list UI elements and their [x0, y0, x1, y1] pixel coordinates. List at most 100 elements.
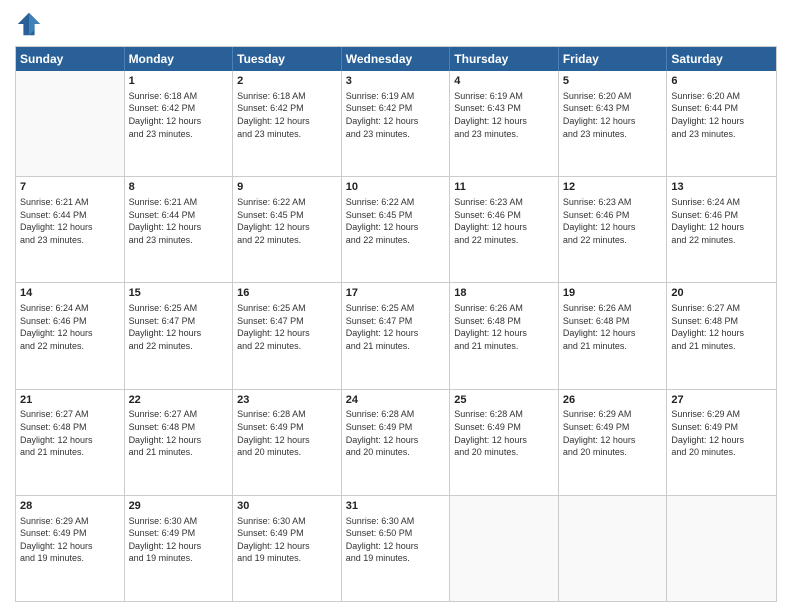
daylight-line2: and 20 minutes.: [346, 446, 446, 459]
day-info: Sunrise: 6:25 AMSunset: 6:47 PMDaylight:…: [237, 302, 337, 352]
daylight-line1: Daylight: 12 hours: [237, 434, 337, 447]
daylight-line1: Daylight: 12 hours: [20, 540, 120, 553]
day-info: Sunrise: 6:28 AMSunset: 6:49 PMDaylight:…: [346, 408, 446, 458]
daylight-line2: and 23 minutes.: [129, 234, 229, 247]
daylight-line2: and 20 minutes.: [563, 446, 663, 459]
daylight-line2: and 23 minutes.: [671, 128, 772, 141]
day-number: 8: [129, 180, 229, 195]
daylight-line2: and 19 minutes.: [346, 552, 446, 565]
sunrise-text: Sunrise: 6:28 AM: [454, 408, 554, 421]
calendar-cell: 2Sunrise: 6:18 AMSunset: 6:42 PMDaylight…: [233, 71, 342, 176]
calendar-cell: [450, 496, 559, 601]
day-number: 14: [20, 286, 120, 301]
daylight-line2: and 21 minutes.: [20, 446, 120, 459]
daylight-line1: Daylight: 12 hours: [563, 434, 663, 447]
calendar-cell: 21Sunrise: 6:27 AMSunset: 6:48 PMDayligh…: [16, 390, 125, 495]
day-info: Sunrise: 6:30 AMSunset: 6:49 PMDaylight:…: [237, 515, 337, 565]
daylight-line1: Daylight: 12 hours: [237, 540, 337, 553]
calendar-cell: 1Sunrise: 6:18 AMSunset: 6:42 PMDaylight…: [125, 71, 234, 176]
daylight-line2: and 22 minutes.: [20, 340, 120, 353]
day-info: Sunrise: 6:24 AMSunset: 6:46 PMDaylight:…: [671, 196, 772, 246]
calendar-cell: 15Sunrise: 6:25 AMSunset: 6:47 PMDayligh…: [125, 283, 234, 388]
day-number: 15: [129, 286, 229, 301]
calendar-cell: 22Sunrise: 6:27 AMSunset: 6:48 PMDayligh…: [125, 390, 234, 495]
sunset-text: Sunset: 6:42 PM: [237, 102, 337, 115]
calendar-cell: 7Sunrise: 6:21 AMSunset: 6:44 PMDaylight…: [16, 177, 125, 282]
daylight-line1: Daylight: 12 hours: [20, 434, 120, 447]
daylight-line1: Daylight: 12 hours: [671, 434, 772, 447]
daylight-line1: Daylight: 12 hours: [454, 434, 554, 447]
sunset-text: Sunset: 6:46 PM: [454, 209, 554, 222]
sunset-text: Sunset: 6:45 PM: [346, 209, 446, 222]
calendar-cell: 19Sunrise: 6:26 AMSunset: 6:48 PMDayligh…: [559, 283, 668, 388]
daylight-line2: and 20 minutes.: [237, 446, 337, 459]
sunset-text: Sunset: 6:46 PM: [20, 315, 120, 328]
sunset-text: Sunset: 6:49 PM: [454, 421, 554, 434]
calendar-row-1: 1Sunrise: 6:18 AMSunset: 6:42 PMDaylight…: [16, 71, 776, 176]
sunset-text: Sunset: 6:44 PM: [671, 102, 772, 115]
day-info: Sunrise: 6:27 AMSunset: 6:48 PMDaylight:…: [129, 408, 229, 458]
calendar-row-2: 7Sunrise: 6:21 AMSunset: 6:44 PMDaylight…: [16, 176, 776, 282]
day-info: Sunrise: 6:19 AMSunset: 6:43 PMDaylight:…: [454, 90, 554, 140]
sunrise-text: Sunrise: 6:28 AM: [346, 408, 446, 421]
day-info: Sunrise: 6:29 AMSunset: 6:49 PMDaylight:…: [20, 515, 120, 565]
daylight-line2: and 23 minutes.: [563, 128, 663, 141]
calendar-cell: [667, 496, 776, 601]
day-number: 13: [671, 180, 772, 195]
sunrise-text: Sunrise: 6:24 AM: [671, 196, 772, 209]
daylight-line2: and 23 minutes.: [346, 128, 446, 141]
day-info: Sunrise: 6:28 AMSunset: 6:49 PMDaylight:…: [237, 408, 337, 458]
day-number: 31: [346, 499, 446, 514]
sunrise-text: Sunrise: 6:25 AM: [237, 302, 337, 315]
calendar-cell: 20Sunrise: 6:27 AMSunset: 6:48 PMDayligh…: [667, 283, 776, 388]
calendar-cell: 8Sunrise: 6:21 AMSunset: 6:44 PMDaylight…: [125, 177, 234, 282]
sunrise-text: Sunrise: 6:27 AM: [20, 408, 120, 421]
calendar-cell: 10Sunrise: 6:22 AMSunset: 6:45 PMDayligh…: [342, 177, 451, 282]
daylight-line1: Daylight: 12 hours: [563, 221, 663, 234]
daylight-line2: and 23 minutes.: [237, 128, 337, 141]
calendar-cell: 16Sunrise: 6:25 AMSunset: 6:47 PMDayligh…: [233, 283, 342, 388]
day-number: 3: [346, 74, 446, 89]
sunrise-text: Sunrise: 6:18 AM: [237, 90, 337, 103]
sunset-text: Sunset: 6:49 PM: [563, 421, 663, 434]
calendar-cell: 9Sunrise: 6:22 AMSunset: 6:45 PMDaylight…: [233, 177, 342, 282]
calendar-body: 1Sunrise: 6:18 AMSunset: 6:42 PMDaylight…: [16, 71, 776, 601]
daylight-line2: and 22 minutes.: [563, 234, 663, 247]
calendar-cell: 31Sunrise: 6:30 AMSunset: 6:50 PMDayligh…: [342, 496, 451, 601]
sunrise-text: Sunrise: 6:29 AM: [671, 408, 772, 421]
sunrise-text: Sunrise: 6:25 AM: [346, 302, 446, 315]
calendar-cell: 11Sunrise: 6:23 AMSunset: 6:46 PMDayligh…: [450, 177, 559, 282]
day-number: 19: [563, 286, 663, 301]
daylight-line2: and 23 minutes.: [20, 234, 120, 247]
sunrise-text: Sunrise: 6:26 AM: [563, 302, 663, 315]
daylight-line1: Daylight: 12 hours: [346, 115, 446, 128]
daylight-line1: Daylight: 12 hours: [20, 327, 120, 340]
daylight-line1: Daylight: 12 hours: [671, 327, 772, 340]
day-number: 5: [563, 74, 663, 89]
calendar-cell: 28Sunrise: 6:29 AMSunset: 6:49 PMDayligh…: [16, 496, 125, 601]
logo: [15, 10, 47, 38]
daylight-line1: Daylight: 12 hours: [454, 115, 554, 128]
day-number: 18: [454, 286, 554, 301]
sunset-text: Sunset: 6:50 PM: [346, 527, 446, 540]
header-day-sunday: Sunday: [16, 47, 125, 71]
sunset-text: Sunset: 6:48 PM: [671, 315, 772, 328]
sunset-text: Sunset: 6:48 PM: [563, 315, 663, 328]
daylight-line2: and 21 minutes.: [129, 446, 229, 459]
daylight-line1: Daylight: 12 hours: [563, 327, 663, 340]
sunset-text: Sunset: 6:49 PM: [20, 527, 120, 540]
sunset-text: Sunset: 6:49 PM: [237, 527, 337, 540]
day-number: 21: [20, 393, 120, 408]
calendar-row-3: 14Sunrise: 6:24 AMSunset: 6:46 PMDayligh…: [16, 282, 776, 388]
sunset-text: Sunset: 6:42 PM: [346, 102, 446, 115]
day-info: Sunrise: 6:26 AMSunset: 6:48 PMDaylight:…: [563, 302, 663, 352]
day-info: Sunrise: 6:27 AMSunset: 6:48 PMDaylight:…: [20, 408, 120, 458]
day-number: 28: [20, 499, 120, 514]
day-info: Sunrise: 6:23 AMSunset: 6:46 PMDaylight:…: [563, 196, 663, 246]
calendar-cell: 13Sunrise: 6:24 AMSunset: 6:46 PMDayligh…: [667, 177, 776, 282]
calendar-cell: 30Sunrise: 6:30 AMSunset: 6:49 PMDayligh…: [233, 496, 342, 601]
calendar-cell: 14Sunrise: 6:24 AMSunset: 6:46 PMDayligh…: [16, 283, 125, 388]
daylight-line1: Daylight: 12 hours: [129, 434, 229, 447]
day-info: Sunrise: 6:22 AMSunset: 6:45 PMDaylight:…: [237, 196, 337, 246]
calendar-cell: 25Sunrise: 6:28 AMSunset: 6:49 PMDayligh…: [450, 390, 559, 495]
